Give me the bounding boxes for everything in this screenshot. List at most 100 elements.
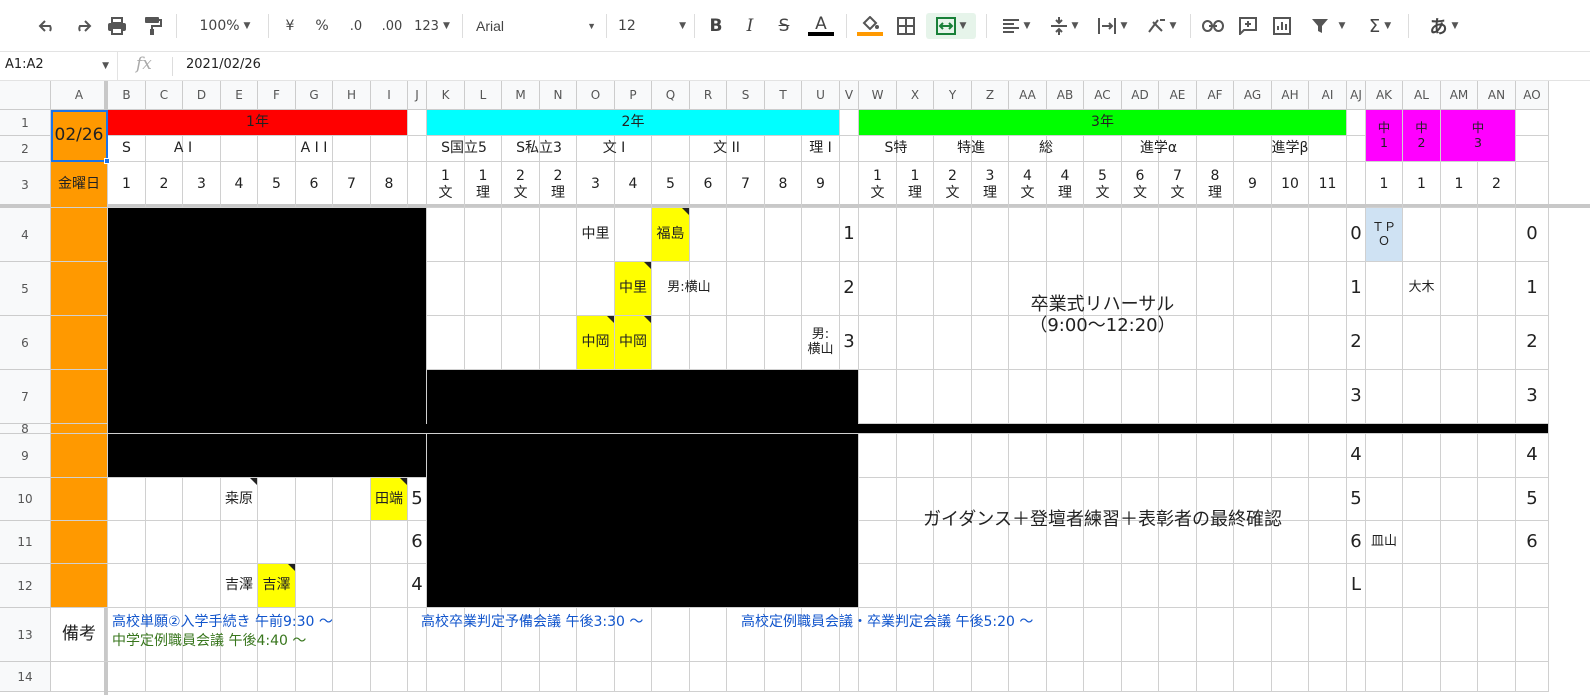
class-header[interactable]: 7: [727, 162, 765, 208]
grid-cell[interactable]: [840, 662, 859, 692]
grid-cell[interactable]: [465, 208, 502, 262]
row-header[interactable]: 11: [0, 521, 51, 564]
grid-cell[interactable]: [802, 262, 840, 316]
grid-cell[interactable]: [1403, 478, 1441, 521]
column-header[interactable]: C: [146, 81, 183, 110]
text-wrapping-icon[interactable]: ▼: [1092, 13, 1132, 39]
currency-button[interactable]: ¥: [280, 13, 300, 39]
text-color-button[interactable]: A: [806, 13, 836, 39]
class-header[interactable]: 2 文: [502, 162, 540, 208]
group-header[interactable]: S特: [859, 136, 934, 162]
grid-cell[interactable]: [577, 662, 615, 692]
grid-cell[interactable]: [427, 208, 465, 262]
date-fill-cell[interactable]: [51, 478, 108, 521]
grid-cell[interactable]: [652, 316, 690, 370]
period-number[interactable]: 2: [840, 262, 859, 316]
column-header[interactable]: Q: [652, 81, 690, 110]
grid-cell[interactable]: [577, 262, 615, 316]
redo-icon[interactable]: [70, 13, 94, 39]
grid-cell[interactable]: [296, 521, 333, 564]
column-header[interactable]: AN: [1478, 81, 1516, 110]
class-header[interactable]: 3: [577, 162, 615, 208]
assignment-cell[interactable]: 中里: [577, 208, 615, 262]
jh2-header[interactable]: 中 2: [1403, 110, 1441, 162]
remarks-label[interactable]: 備考: [51, 608, 108, 662]
grid-cell[interactable]: [1366, 316, 1403, 370]
input-tools-button[interactable]: あ ▼: [1418, 13, 1470, 39]
grid-cell[interactable]: [727, 262, 765, 316]
grid-cell[interactable]: [465, 262, 502, 316]
grid-cell[interactable]: [333, 521, 371, 564]
class-header[interactable]: 7: [333, 162, 371, 208]
row-header[interactable]: 9: [0, 434, 51, 478]
grid-cell[interactable]: [840, 110, 859, 136]
grid-cell[interactable]: [1403, 521, 1441, 564]
group-header[interactable]: 理 I: [802, 136, 840, 162]
group-header[interactable]: 文 II: [652, 136, 802, 162]
group-header[interactable]: 進学α: [1084, 136, 1234, 162]
class-header[interactable]: 4: [615, 162, 652, 208]
decrease-decimal-button[interactable]: .0: [344, 13, 368, 39]
paint-format-icon[interactable]: [140, 13, 166, 39]
grid-cell[interactable]: [727, 208, 765, 262]
class-header[interactable]: 9: [802, 162, 840, 208]
blocked-area[interactable]: [108, 208, 427, 478]
class-header[interactable]: 6: [690, 162, 727, 208]
column-header[interactable]: AI: [1309, 81, 1347, 110]
grid-cell[interactable]: [1366, 564, 1403, 608]
group-header[interactable]: 総: [1009, 136, 1084, 162]
grid-cell[interactable]: [1403, 564, 1441, 608]
column-header[interactable]: AH: [1272, 81, 1309, 110]
column-header[interactable]: U: [802, 81, 840, 110]
class-header[interactable]: 1: [1403, 162, 1441, 208]
row-header[interactable]: 10: [0, 478, 51, 521]
print-icon[interactable]: [104, 13, 130, 39]
date-fill-cell[interactable]: [51, 564, 108, 608]
assignment-cell[interactable]: ＴＰ Ｏ: [1366, 208, 1403, 262]
assignment-cell[interactable]: 田端: [371, 478, 408, 521]
grid-cell[interactable]: [258, 478, 296, 521]
assignment-cell[interactable]: 皿山: [1366, 521, 1403, 564]
grid-cell[interactable]: [1366, 478, 1403, 521]
class-header[interactable]: 1 文: [859, 162, 897, 208]
grid-cell[interactable]: [1366, 262, 1403, 316]
class-header[interactable]: 1: [1441, 162, 1478, 208]
grid-cell[interactable]: [183, 521, 221, 564]
zoom-select[interactable]: 100% ▼: [190, 13, 260, 39]
grid-cell[interactable]: [221, 521, 258, 564]
increase-decimal-button[interactable]: .00: [378, 13, 406, 39]
assignment-cell[interactable]: 男:横山: [652, 262, 727, 316]
grid-cell[interactable]: [1478, 208, 1516, 262]
class-header[interactable]: 2 文: [934, 162, 972, 208]
column-header[interactable]: X: [897, 81, 934, 110]
class-header[interactable]: 4 文: [1009, 162, 1047, 208]
column-header[interactable]: D: [183, 81, 221, 110]
grid-cell[interactable]: [540, 262, 577, 316]
grid-cell[interactable]: [427, 662, 465, 692]
column-header[interactable]: Y: [934, 81, 972, 110]
grid-cell[interactable]: [108, 564, 146, 608]
grid-cell[interactable]: [1347, 162, 1366, 208]
insert-link-icon[interactable]: [1200, 13, 1226, 39]
grid-cell[interactable]: [333, 478, 371, 521]
grid-cell[interactable]: [146, 521, 183, 564]
column-header[interactable]: AM: [1441, 81, 1478, 110]
group-header[interactable]: A I I: [221, 136, 408, 162]
grid-cell[interactable]: [1478, 564, 1516, 608]
grid-cell[interactable]: [408, 662, 427, 692]
period-number[interactable]: 3: [1516, 370, 1549, 424]
grid-cell[interactable]: [1441, 262, 1478, 316]
column-header[interactable]: AC: [1084, 81, 1122, 110]
grid-cell[interactable]: [1197, 662, 1234, 692]
grid-cell[interactable]: [1478, 262, 1516, 316]
grid-cell[interactable]: [1403, 316, 1441, 370]
grid-cell[interactable]: [690, 662, 727, 692]
column-header[interactable]: P: [615, 81, 652, 110]
class-header[interactable]: 1: [108, 162, 146, 208]
assignment-cell[interactable]: 吉澤: [258, 564, 296, 608]
class-header[interactable]: 8: [765, 162, 802, 208]
grid-cell[interactable]: [1516, 110, 1549, 136]
strikethrough-button[interactable]: S: [772, 13, 796, 39]
grid-cell[interactable]: [183, 564, 221, 608]
grid-cell[interactable]: [146, 478, 183, 521]
